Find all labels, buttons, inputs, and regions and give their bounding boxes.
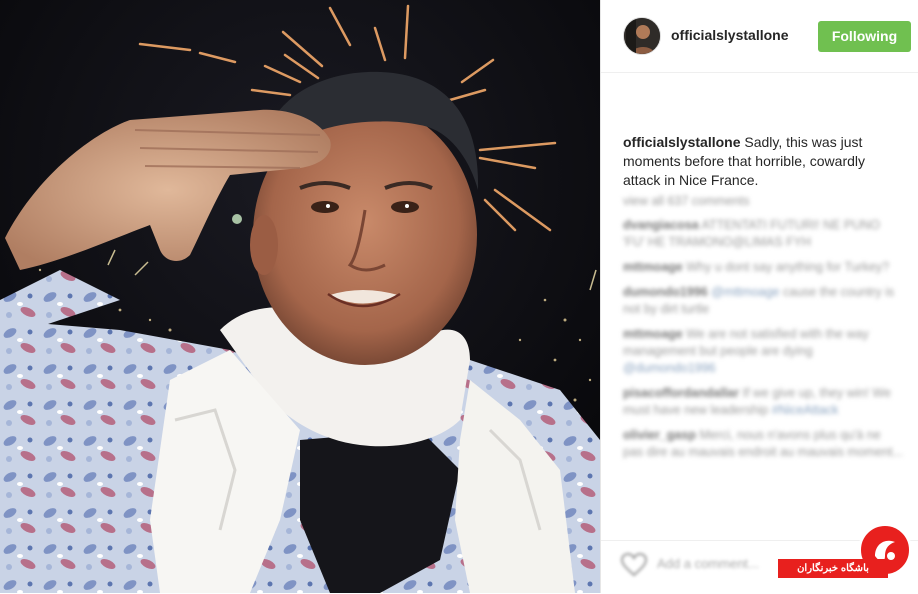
following-button[interactable]: Following — [818, 21, 911, 52]
comment-username[interactable]: pisacoffordandallar — [623, 386, 739, 400]
comment-item: olivier_gasp Merci, nous n'avons plus qu… — [623, 427, 903, 461]
comment-hashtag[interactable]: #NiceAttack — [772, 403, 839, 417]
comment-item: pisacoffordandallar If we give up, they … — [623, 385, 903, 419]
comment-text: Why u dont say anything for Turkey? — [686, 260, 890, 274]
comment-username[interactable]: mttmoage — [623, 327, 683, 341]
view-all-comments-link[interactable]: view all 637 comments — [623, 193, 903, 210]
heart-icon[interactable] — [620, 552, 648, 577]
watermark-label: باشگاه خبرنگاران — [778, 559, 888, 578]
comment-item: mttmoage Why u dont say anything for Tur… — [623, 259, 903, 276]
comment-input[interactable]: Add a comment... — [657, 556, 759, 571]
comment-username[interactable]: dumondo1996 — [623, 285, 708, 299]
post-image — [0, 0, 600, 593]
comment-username[interactable]: olivier_gasp — [623, 428, 696, 442]
comment-item: dvangiacosa ATTENTATI FUTURI! NE PUNO 'F… — [623, 217, 903, 251]
comment-username[interactable]: mttmoage — [623, 260, 683, 274]
comment-username[interactable]: dvangiacosa — [623, 218, 699, 232]
comment-mention[interactable]: @dumondo1996 — [623, 361, 716, 375]
caption-username[interactable]: officialslystallone — [623, 134, 740, 150]
comment-item: mttmoage We are not satisfied with the w… — [623, 326, 903, 377]
comment-item: dumondo1996 @mttmoage cause the country … — [623, 284, 903, 318]
post-photo[interactable] — [0, 0, 600, 593]
avatar[interactable] — [623, 17, 661, 55]
comment-list: view all 637 comments dvangiacosa ATTENT… — [623, 193, 903, 469]
post-sidebar: officialslystallone Following officialsl… — [600, 0, 918, 593]
watermark: باشگاه خبرنگاران — [778, 523, 918, 593]
post-header: officialslystallone Following — [601, 0, 918, 73]
post-caption: officialslystallone Sadly, this was just… — [623, 133, 903, 190]
comment-mention[interactable]: @mttmoage — [711, 285, 779, 299]
username-link[interactable]: officialslystallone — [671, 27, 788, 43]
avatar-image — [624, 18, 660, 54]
